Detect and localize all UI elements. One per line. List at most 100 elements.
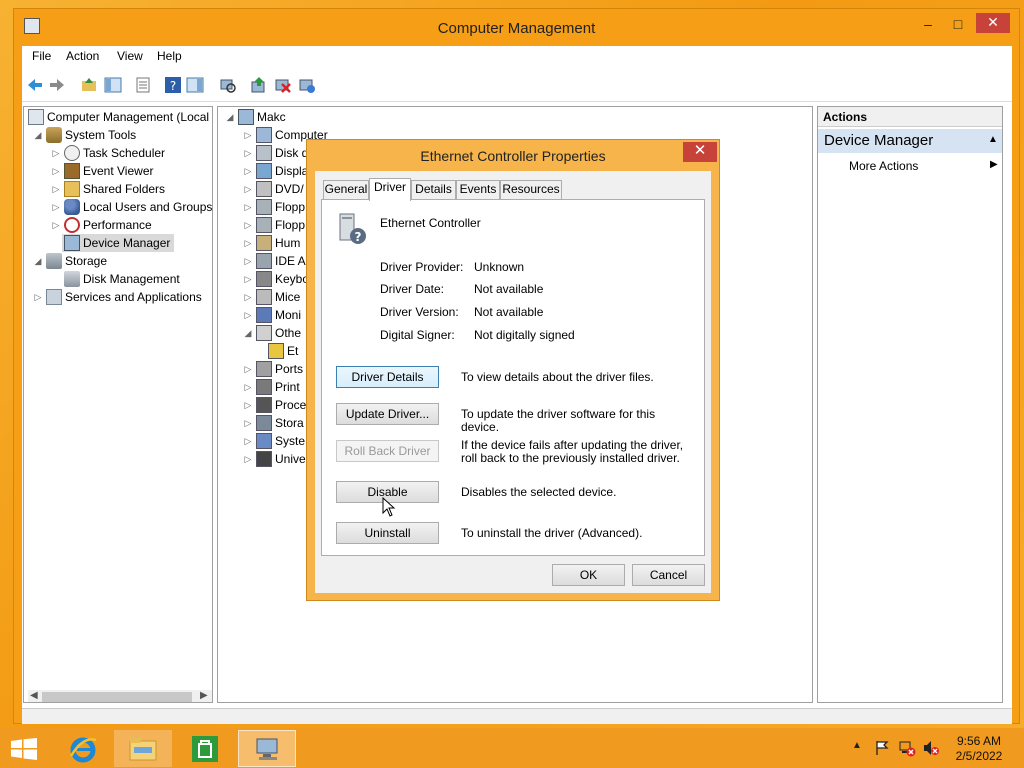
- dialog-close-button[interactable]: ✕: [683, 142, 717, 162]
- device-processors[interactable]: ▷ Proce: [242, 396, 306, 414]
- volume-muted-icon[interactable]: [922, 739, 940, 757]
- maximize-button[interactable]: □: [944, 15, 972, 33]
- back-arrow-icon[interactable]: [26, 76, 44, 94]
- expand-icon[interactable]: ▷: [242, 360, 254, 378]
- update-driver-icon[interactable]: [250, 76, 268, 94]
- taskbar-computer-management[interactable]: [238, 730, 296, 767]
- show-hidden-icons[interactable]: ▲: [852, 740, 862, 751]
- tree-performance[interactable]: ▷ Performance: [50, 216, 152, 234]
- expand-icon[interactable]: ▷: [242, 432, 254, 450]
- menu-help[interactable]: Help: [157, 49, 182, 63]
- uninstall-device-icon[interactable]: [274, 76, 292, 94]
- tree-event-viewer[interactable]: ▷ Event Viewer: [50, 162, 153, 180]
- expand-icon[interactable]: ▷: [242, 144, 254, 162]
- tab-details[interactable]: Details: [411, 180, 456, 199]
- action-center-flag-icon[interactable]: [874, 740, 890, 756]
- forward-arrow-icon[interactable]: [48, 76, 66, 94]
- device-display-adapters[interactable]: ▷ Displa: [242, 162, 308, 180]
- taskbar-store[interactable]: [176, 730, 234, 767]
- device-ide-ata[interactable]: ▷ IDE A: [242, 252, 306, 270]
- tree-storage[interactable]: ◢ Storage: [32, 252, 107, 270]
- cancel-button[interactable]: Cancel: [632, 564, 705, 586]
- minimize-button[interactable]: –: [914, 15, 942, 33]
- tree-disk-management[interactable]: Disk Management: [62, 270, 180, 288]
- expand-icon[interactable]: ▷: [242, 216, 254, 234]
- actions-device-manager[interactable]: Device Manager ▲: [818, 129, 1002, 153]
- collapse-icon[interactable]: ◢: [32, 126, 44, 144]
- driver-details-button[interactable]: Driver Details: [336, 366, 439, 388]
- properties-icon[interactable]: [134, 76, 152, 94]
- collapse-up-icon[interactable]: ▲: [988, 134, 998, 145]
- expand-icon[interactable]: ▷: [32, 288, 44, 306]
- device-usb-controllers[interactable]: ▷ Unive: [242, 450, 306, 468]
- tree-system-tools[interactable]: ◢ System Tools: [32, 126, 136, 144]
- tab-driver[interactable]: Driver: [369, 178, 411, 201]
- expand-icon[interactable]: ▷: [242, 126, 254, 144]
- device-system-devices[interactable]: ▷ Syste: [242, 432, 305, 450]
- scroll-left-icon[interactable]: ◀: [30, 690, 38, 701]
- horizontal-scrollbar[interactable]: ◀ ▶: [28, 690, 212, 702]
- device-ethernet-controller[interactable]: Et: [266, 342, 298, 360]
- expand-icon[interactable]: ▷: [50, 144, 62, 162]
- expand-icon[interactable]: ▷: [50, 198, 62, 216]
- scroll-thumb[interactable]: [42, 692, 192, 702]
- uninstall-button[interactable]: Uninstall: [336, 522, 439, 544]
- device-storage-controllers[interactable]: ▷ Stora: [242, 414, 304, 432]
- device-floppy-disk[interactable]: ▷ Flopp: [242, 198, 305, 216]
- device-root[interactable]: ◢ Makc: [224, 108, 286, 126]
- device-human-interface[interactable]: ▷ Hum: [242, 234, 300, 252]
- expand-icon[interactable]: ▷: [242, 180, 254, 198]
- network-error-icon[interactable]: [898, 739, 916, 757]
- close-button[interactable]: ✕: [976, 13, 1010, 33]
- roll-back-driver-button[interactable]: Roll Back Driver: [336, 440, 439, 462]
- expand-icon[interactable]: ▷: [50, 216, 62, 234]
- expand-icon[interactable]: ▷: [242, 234, 254, 252]
- device-other-devices[interactable]: ◢ Othe: [242, 324, 301, 342]
- device-ports[interactable]: ▷ Ports: [242, 360, 303, 378]
- expand-icon[interactable]: ▷: [242, 396, 254, 414]
- expand-icon[interactable]: ▷: [242, 288, 254, 306]
- help-icon[interactable]: ?: [164, 76, 182, 94]
- tab-events[interactable]: Events: [456, 180, 500, 199]
- show-hide-tree-icon[interactable]: [104, 76, 122, 94]
- device-dvd-cd-rom[interactable]: ▷ DVD/: [242, 180, 304, 198]
- device-disk-drives[interactable]: ▷ Disk d: [242, 144, 308, 162]
- expand-icon[interactable]: ▷: [242, 414, 254, 432]
- tab-resources[interactable]: Resources: [500, 180, 562, 199]
- expand-icon[interactable]: ▷: [242, 450, 254, 468]
- expand-icon[interactable]: ▷: [242, 306, 254, 324]
- expand-icon[interactable]: ▷: [242, 162, 254, 180]
- update-driver-button[interactable]: Update Driver...: [336, 403, 439, 425]
- tree-shared-folders[interactable]: ▷ Shared Folders: [50, 180, 165, 198]
- tree-services-applications[interactable]: ▷ Services and Applications: [32, 288, 202, 306]
- tree-local-users[interactable]: ▷ Local Users and Groups: [50, 198, 212, 216]
- tree-root[interactable]: Computer Management (Local: [26, 108, 209, 126]
- enable-device-icon[interactable]: [298, 76, 316, 94]
- device-monitors[interactable]: ▷ Moni: [242, 306, 301, 324]
- device-print-queues[interactable]: ▷ Print: [242, 378, 300, 396]
- expand-icon[interactable]: ▷: [242, 198, 254, 216]
- windows-start-icon[interactable]: [11, 738, 37, 760]
- system-clock[interactable]: 9:56 AM 2/5/2022: [948, 734, 1010, 764]
- tree-task-scheduler[interactable]: ▷ Task Scheduler: [50, 144, 165, 162]
- scroll-right-icon[interactable]: ▶: [200, 690, 208, 701]
- menu-view[interactable]: View: [117, 49, 143, 63]
- tree-device-manager[interactable]: Device Manager: [62, 234, 175, 252]
- expand-icon[interactable]: ▷: [50, 180, 62, 198]
- collapse-icon[interactable]: ◢: [242, 324, 254, 342]
- up-folder-icon[interactable]: [80, 76, 98, 94]
- ok-button[interactable]: OK: [552, 564, 625, 586]
- taskbar-ie[interactable]: [54, 730, 112, 767]
- scan-hardware-icon[interactable]: [219, 76, 237, 94]
- menu-file[interactable]: File: [32, 49, 51, 63]
- expand-icon[interactable]: ▷: [50, 162, 62, 180]
- action-pane-icon[interactable]: [186, 76, 204, 94]
- device-keyboards[interactable]: ▷ Keybo: [242, 270, 309, 288]
- menu-action[interactable]: Action: [66, 49, 99, 63]
- title-bar[interactable]: Computer Management – □ ✕: [14, 9, 1019, 43]
- taskbar-file-explorer[interactable]: [114, 730, 172, 767]
- more-actions[interactable]: More Actions ▶: [818, 157, 1002, 175]
- device-mice[interactable]: ▷ Mice: [242, 288, 300, 306]
- collapse-icon[interactable]: ◢: [224, 108, 236, 126]
- device-floppy-drive[interactable]: ▷ Flopp: [242, 216, 305, 234]
